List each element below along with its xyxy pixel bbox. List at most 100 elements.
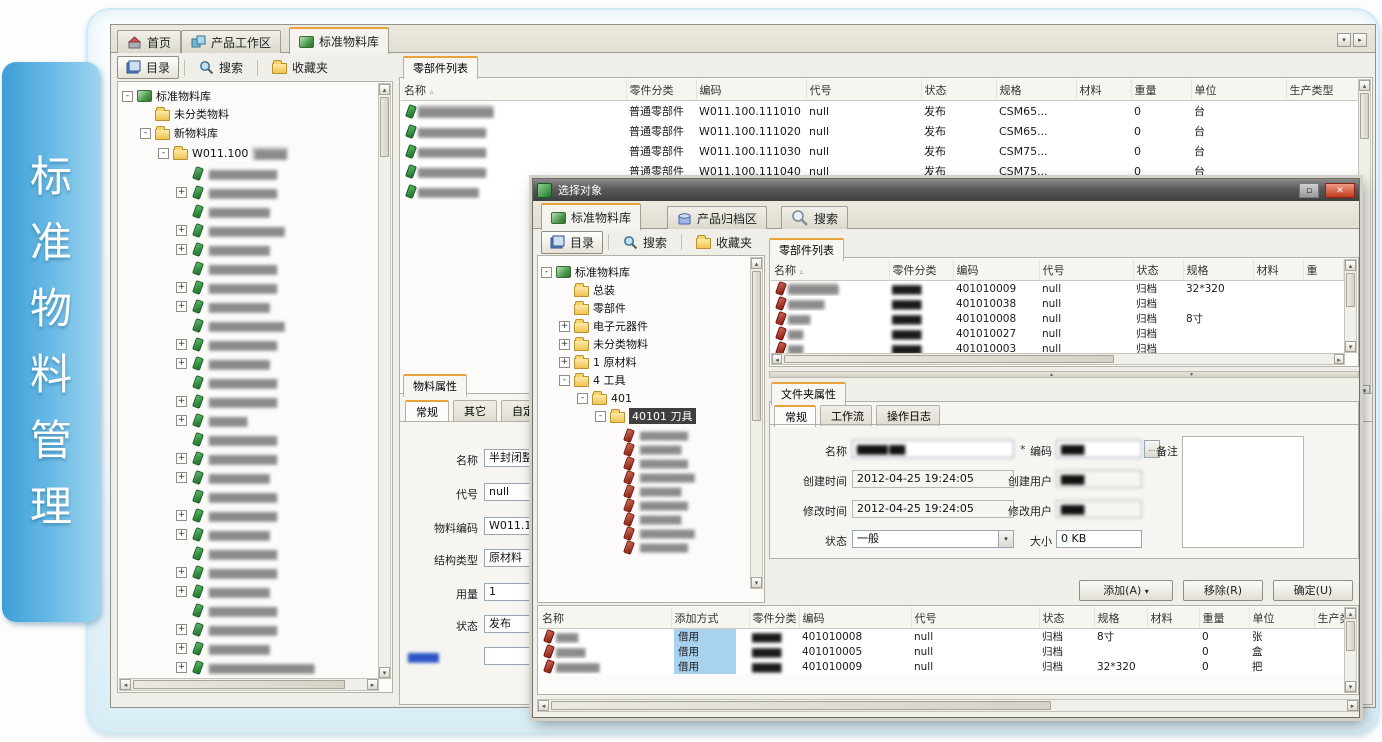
- dialog-tree-item[interactable]: ▆▆▆▆▆▆▆▆: [622, 470, 752, 484]
- collapse-icon[interactable]: -: [595, 411, 606, 422]
- dialog-tree-node[interactable]: + 未分类物料: [559, 336, 648, 352]
- dialog-tree-root[interactable]: - 标准物料库: [541, 264, 630, 280]
- expand-icon[interactable]: +: [559, 321, 570, 332]
- dialog-tree-node[interactable]: 总装: [559, 282, 615, 298]
- expand-icon[interactable]: +: [176, 244, 187, 255]
- dialog-parts-vertical-scrollbar[interactable]: ▴ ▾: [1344, 259, 1357, 353]
- main-tab-home[interactable]: 首页: [117, 30, 181, 53]
- collapse-icon[interactable]: -: [577, 393, 588, 404]
- modifier-field[interactable]: ▆▆▆: [1056, 500, 1142, 518]
- restore-button[interactable]: ▫: [1299, 183, 1319, 198]
- dialog-tree-item[interactable]: ▆▆▆▆▆▆▆: [622, 540, 752, 554]
- col-weight[interactable]: 重量: [1199, 607, 1249, 629]
- expand-icon[interactable]: +: [176, 301, 187, 312]
- ok-button[interactable]: 确定(U): [1273, 580, 1353, 601]
- col-material[interactable]: 材料: [1147, 607, 1199, 629]
- expand-icon[interactable]: +: [176, 567, 187, 578]
- tree-item[interactable]: ▆▆▆▆▆▆▆▆▆: [176, 488, 376, 504]
- dialog-search-button[interactable]: 搜索: [614, 231, 676, 254]
- dialog-parts-row[interactable]: ▆▆▆▆▆▆▆ ▆▆▆▆ 401010009 null 归档 32*320: [771, 281, 1343, 297]
- tree-item[interactable]: + ▆▆▆▆▆: [176, 412, 376, 428]
- col-name[interactable]: 名称: [539, 607, 671, 629]
- dialog-horizontal-scrollbar[interactable]: ◂ ▸: [537, 699, 1359, 712]
- dialog-titlebar[interactable]: 选择对象 ▫ ✕: [533, 179, 1359, 201]
- expand-icon[interactable]: [176, 548, 187, 559]
- collapse-icon[interactable]: -: [158, 148, 169, 159]
- dialog-catalog-button[interactable]: 目录: [541, 231, 603, 254]
- col-code[interactable]: 编码: [696, 79, 806, 101]
- close-button[interactable]: ✕: [1325, 183, 1355, 198]
- dialog-tree-item[interactable]: ▆▆▆▆▆▆▆: [622, 498, 752, 512]
- expand-icon[interactable]: [176, 263, 187, 274]
- add-button[interactable]: 添加(A) ▾: [1079, 580, 1173, 601]
- tree-node-unclassified[interactable]: 未分类物料: [140, 106, 229, 122]
- parts-table-row[interactable]: ▆▆▆▆▆▆▆▆▆ 普通零部件 W011.100.111020 null 发布 …: [401, 121, 1359, 141]
- dialog-tree-vertical-scrollbar[interactable]: ▴ ▾: [750, 257, 763, 589]
- col-code[interactable]: 编码: [799, 607, 911, 629]
- main-tab-material-library[interactable]: 标准物料库: [289, 27, 389, 54]
- expand-icon[interactable]: [176, 434, 187, 445]
- dialog-tree-item[interactable]: ▆▆▆▆▆▆: [622, 442, 752, 456]
- expand-icon[interactable]: +: [176, 662, 187, 673]
- expand-icon[interactable]: [176, 491, 187, 502]
- col-status[interactable]: 状态: [921, 79, 996, 101]
- col-spec[interactable]: 规格: [996, 79, 1076, 101]
- scroll-down-arrow[interactable]: ▾: [751, 577, 762, 588]
- tree-item[interactable]: + ▆▆▆▆▆▆▆▆▆: [176, 507, 376, 523]
- tree-horizontal-scrollbar[interactable]: ◂ ▸: [119, 678, 379, 691]
- tree-item[interactable]: + ▆▆▆▆▆▆▆▆▆: [176, 450, 376, 466]
- tree-node-new-library[interactable]: - 新物料库: [140, 125, 218, 141]
- tree-item[interactable]: + ▆▆▆▆▆▆▆▆▆: [176, 336, 376, 352]
- tree-item[interactable]: ▆▆▆▆▆▆▆▆▆: [176, 545, 376, 561]
- col-designation[interactable]: 代号: [806, 79, 921, 101]
- tab-scroll-down-button[interactable]: ▾: [1337, 33, 1351, 47]
- dialog-tree-item[interactable]: ▆▆▆▆▆▆: [622, 512, 752, 526]
- scroll-thumb[interactable]: [380, 97, 389, 157]
- main-tab-workspace[interactable]: 产品工作区: [181, 30, 281, 53]
- dialog-tree-node[interactable]: + 电子元器件: [559, 318, 648, 334]
- dialog-tree-item[interactable]: ▆▆▆▆▆▆▆▆: [622, 526, 752, 540]
- dialog-tab-material-library[interactable]: 标准物料库: [541, 203, 641, 230]
- dialog-tab-search[interactable]: 搜索: [781, 206, 848, 229]
- tree-item[interactable]: ▆▆▆▆▆▆▆▆▆: [176, 374, 376, 390]
- col-code[interactable]: 编码: [953, 259, 1039, 281]
- props-subtab-other[interactable]: 其它: [453, 400, 497, 421]
- expand-icon[interactable]: [176, 168, 187, 179]
- expand-icon[interactable]: +: [176, 415, 187, 426]
- remove-button[interactable]: 移除(R): [1183, 580, 1263, 601]
- collapse-icon[interactable]: -: [140, 128, 151, 139]
- tree-item[interactable]: + ▆▆▆▆▆▆▆▆▆: [176, 564, 376, 580]
- dialog-splitter[interactable]: ▴ ▾: [769, 371, 1359, 378]
- tab-scroll-right-button[interactable]: ▸: [1353, 33, 1367, 47]
- col-prod-type[interactable]: 生产类: [1314, 607, 1345, 629]
- col-designation[interactable]: 代号: [1039, 259, 1133, 281]
- parts-table-row[interactable]: ▆▆▆▆▆▆▆▆▆ 普通零部件 W011.100.111030 null 发布 …: [401, 141, 1359, 161]
- tree-item[interactable]: + ▆▆▆▆▆▆▆▆: [176, 583, 376, 599]
- tree-item[interactable]: + ▆▆▆▆▆▆▆▆▆: [176, 279, 376, 295]
- expand-icon[interactable]: +: [176, 187, 187, 198]
- col-material[interactable]: 材料: [1253, 259, 1303, 281]
- folder-subtab-workflow[interactable]: 工作流: [820, 405, 872, 426]
- splitter-down-icon[interactable]: ▾: [1190, 372, 1193, 378]
- scroll-down-arrow[interactable]: ▾: [1345, 681, 1356, 692]
- scroll-right-arrow[interactable]: ▸: [1334, 354, 1344, 364]
- expand-icon[interactable]: +: [176, 453, 187, 464]
- folder-subtab-log[interactable]: 操作日志: [876, 405, 940, 426]
- dialog-tree-node[interactable]: 零部件: [559, 300, 626, 316]
- tree-item[interactable]: + ▆▆▆▆▆▆▆▆: [176, 526, 376, 542]
- size-field[interactable]: 0 KB: [1056, 530, 1142, 548]
- tree-item[interactable]: + ▆▆▆▆▆▆▆▆: [176, 298, 376, 314]
- col-unit[interactable]: 单位: [1191, 79, 1286, 101]
- col-designation[interactable]: 代号: [911, 607, 1039, 629]
- col-unit[interactable]: 单位: [1249, 607, 1314, 629]
- scroll-right-arrow[interactable]: ▸: [1347, 700, 1358, 711]
- expand-icon[interactable]: +: [176, 472, 187, 483]
- tree-node-root[interactable]: - 标准物料库: [122, 88, 211, 104]
- dialog-parts-row[interactable]: ▆▆ ▆▆▆▆ 401010027 null 归档: [771, 326, 1343, 341]
- expand-icon[interactable]: +: [176, 529, 187, 540]
- tree-item[interactable]: ▆▆▆▆▆▆▆▆▆: [176, 431, 376, 447]
- dialog-parts-row[interactable]: ▆▆▆ ▆▆▆▆ 401010008 null 归档 8寸: [771, 311, 1343, 326]
- col-spec[interactable]: 规格: [1094, 607, 1147, 629]
- search-button[interactable]: 搜索: [190, 56, 252, 79]
- dialog-favorites-button[interactable]: 收藏夹: [687, 231, 761, 254]
